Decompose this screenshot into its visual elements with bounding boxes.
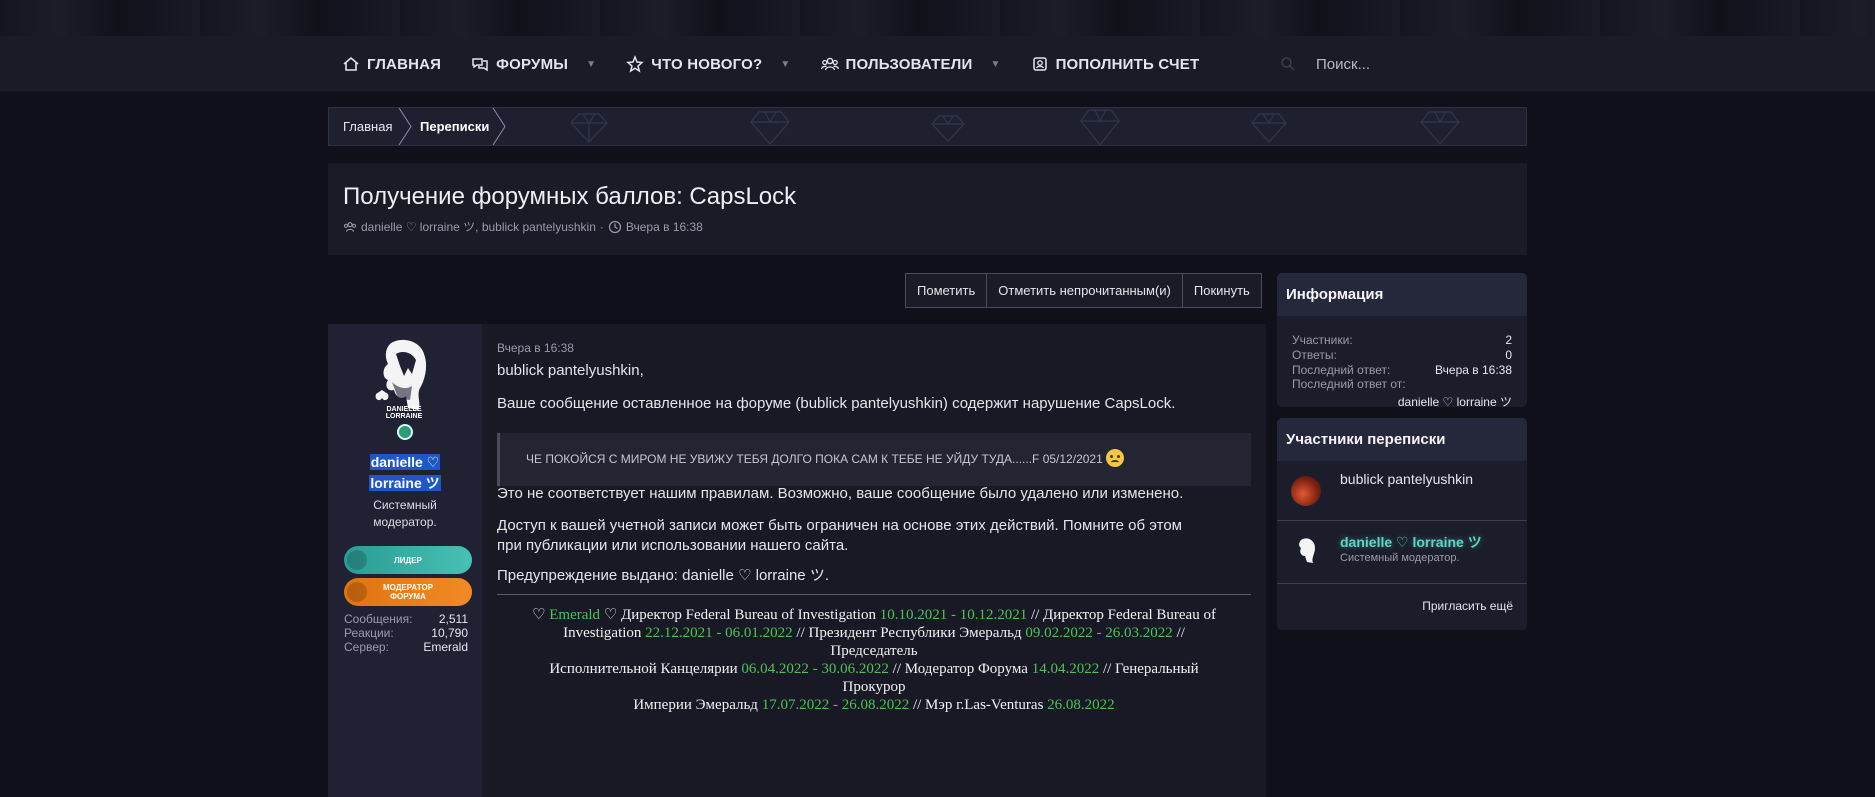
- home-icon: [343, 56, 359, 71]
- signature-line: Investigation 22.12.2021 - 06.01.2022 //…: [563, 625, 1185, 641]
- signature-line: Империи Эмеральд 17.07.2022 - 26.08.2022…: [633, 697, 1115, 713]
- star-icon: [626, 55, 645, 73]
- chevron-down-icon[interactable]: ▼: [780, 59, 790, 70]
- signature-line: Председатель: [830, 643, 918, 659]
- breadcrumb: Главная Переписки: [328, 107, 1527, 146]
- moderator-badge: МОДЕРАТОР ФОРУМА: [344, 578, 472, 606]
- participant-item[interactable]: bublick pantelyushkin: [1277, 461, 1527, 521]
- signature-line: ♡ Emerald ♡ Директор Federal Bureau of I…: [532, 607, 1216, 623]
- participants-block-title: Участники переписки: [1277, 418, 1527, 461]
- breadcrumb-home[interactable]: Главная: [343, 108, 392, 145]
- nav-item-home[interactable]: ГЛАВНАЯ: [342, 36, 441, 92]
- clock-icon: [608, 220, 621, 233]
- breadcrumb-separator: [398, 108, 412, 145]
- thread-meta: danielle ♡ lorraine ツ, bublick pantelyus…: [343, 218, 703, 235]
- nav-item-top-up[interactable]: ПОПОЛНИТЬ СЧЕТ: [1031, 36, 1200, 92]
- stat-messages: Сообщения: 2,511: [344, 612, 468, 626]
- thread-participants[interactable]: danielle ♡ lorraine ツ, bublick pantelyus…: [361, 218, 596, 235]
- users-icon: [820, 57, 839, 71]
- avatar-caption: DANIELLE LORRAINE: [385, 406, 423, 420]
- thread-header: Получение форумных баллов: CapsLock dani…: [328, 163, 1527, 255]
- online-status-icon: [397, 424, 413, 440]
- avatar[interactable]: [1291, 476, 1321, 506]
- nav-label-whats-new: ЧТО НОВОГО?: [651, 55, 763, 73]
- users-icon: [343, 221, 357, 232]
- mark-button[interactable]: Пометить: [905, 273, 988, 308]
- page-title: Получение форумных баллов: CapsLock: [343, 183, 797, 210]
- participant-divider: [1277, 583, 1527, 584]
- post-user-panel: DANIELLE LORRAINE danielle ♡ lorraine ツ …: [328, 324, 482, 797]
- info-block: Информация Участники: 2 Ответы: 0 Последни…: [1277, 273, 1527, 407]
- info-row-participants: Участники: 2: [1292, 333, 1512, 347]
- crying-emoji-icon: [1105, 449, 1124, 467]
- breadcrumb-separator: [492, 108, 506, 145]
- post-warning-text: Предупреждение выдано: danielle ♡ lorrai…: [497, 567, 829, 584]
- signature-divider: [497, 594, 1251, 595]
- stat-server: Сервер: Emerald: [344, 640, 468, 654]
- info-row-replies: Ответы: 0: [1292, 348, 1512, 362]
- avatar[interactable]: [1291, 536, 1321, 566]
- post-date[interactable]: Вчера в 16:38: [497, 341, 574, 355]
- diamond-pattern: [570, 109, 1460, 145]
- meta-separator: ·: [599, 219, 604, 234]
- quote-block: ЧЕ ПОКОЙСЯ С МИРОМ НЕ УВИЖУ ТЕБЯ ДОЛГО П…: [497, 433, 1251, 486]
- chevron-down-icon[interactable]: ▼: [990, 59, 1000, 70]
- post-access-text: Доступ к вашей учетной записи может быть…: [497, 517, 1182, 554]
- message-post: DANIELLE LORRAINE danielle ♡ lorraine ツ …: [328, 324, 1266, 797]
- nav-label-top-up: ПОПОЛНИТЬ СЧЕТ: [1055, 55, 1200, 73]
- nav-item-forums[interactable]: ФОРУМЫ ▼: [471, 36, 596, 92]
- nav-menu: ГЛАВНАЯ ФОРУМЫ ▼ ЧТО НОВОГО? ▼ ПОЛЬЗОВАТ…: [342, 36, 1229, 92]
- post-rules-text: Это не соответствует нашим правилам. Воз…: [497, 485, 1184, 502]
- leave-button[interactable]: Покинуть: [1181, 273, 1262, 308]
- nav-label-home: ГЛАВНАЯ: [367, 55, 442, 73]
- leader-badge: ЛИДЕР: [344, 546, 472, 574]
- heart-icon: [347, 550, 367, 570]
- info-row-last-reply-by: Последний ответ от:: [1292, 377, 1406, 391]
- participant-title: Системный модератор.: [1340, 552, 1460, 564]
- comments-icon: [472, 58, 488, 72]
- participant-name[interactable]: danielle ♡ lorraine ツ: [1340, 532, 1482, 552]
- search-input[interactable]: [1316, 55, 1536, 73]
- heart-icon: [347, 582, 367, 602]
- breadcrumb-conversations[interactable]: Переписки: [420, 108, 489, 145]
- post-author-title: Системный модератор.: [373, 498, 437, 529]
- post-violation-text: Ваше сообщение оставленное на форуме (bu…: [497, 395, 1176, 412]
- mark-unread-button[interactable]: Отметить непрочитанным(и): [986, 273, 1183, 308]
- search-box: [1280, 36, 1536, 92]
- signature-line: Исполнительной Канцелярии 06.04.2022 - 3…: [549, 661, 1199, 677]
- post-author-name[interactable]: danielle ♡ lorraine ツ: [362, 452, 448, 494]
- wallet-icon: [1032, 57, 1047, 71]
- info-block-title: Информация: [1277, 273, 1527, 316]
- participants-block: Участники переписки bublick pantelyushki…: [1277, 418, 1527, 630]
- participant-item[interactable]: danielle ♡ lorraine ツ Системный модерато…: [1277, 521, 1527, 581]
- search-icon[interactable]: [1280, 56, 1296, 72]
- signature: ♡ Emerald ♡ Директор Federal Bureau of I…: [497, 606, 1251, 714]
- chevron-down-icon[interactable]: ▼: [586, 59, 596, 70]
- quote-text: ЧЕ ПОКОЙСЯ С МИРОМ НЕ УВИЖУ ТЕБЯ ДОЛГО П…: [526, 452, 1103, 466]
- info-row-last-reply: Последний ответ: Вчера в 16:38: [1292, 363, 1512, 377]
- top-navigation: ГЛАВНАЯ ФОРУМЫ ▼ ЧТО НОВОГО? ▼ ПОЛЬЗОВАТ…: [0, 36, 1875, 92]
- info-last-reply-user: danielle ♡ lorraine ツ: [1397, 395, 1512, 407]
- nav-item-users[interactable]: ПОЛЬЗОВАТЕЛИ ▼: [820, 36, 1001, 92]
- participant-name[interactable]: bublick pantelyushkin: [1340, 471, 1473, 487]
- thread-time[interactable]: Вчера в 16:38: [626, 220, 703, 234]
- thread-actions: Пометить Отметить непрочитанным(и) Покин…: [905, 273, 1262, 308]
- signature-line: Прокурор: [842, 679, 906, 695]
- header-banner: [0, 0, 1875, 36]
- nav-item-whats-new[interactable]: ЧТО НОВОГО? ▼: [626, 36, 790, 92]
- nav-label-forums: ФОРУМЫ: [496, 55, 569, 73]
- post-greeting: bublick pantelyushkin,: [497, 362, 644, 379]
- invite-more-link[interactable]: Пригласить ещё: [1422, 599, 1513, 613]
- nav-label-users: ПОЛЬЗОВАТЕЛИ: [845, 55, 973, 73]
- stat-reactions: Реакции: 10,790: [344, 626, 468, 640]
